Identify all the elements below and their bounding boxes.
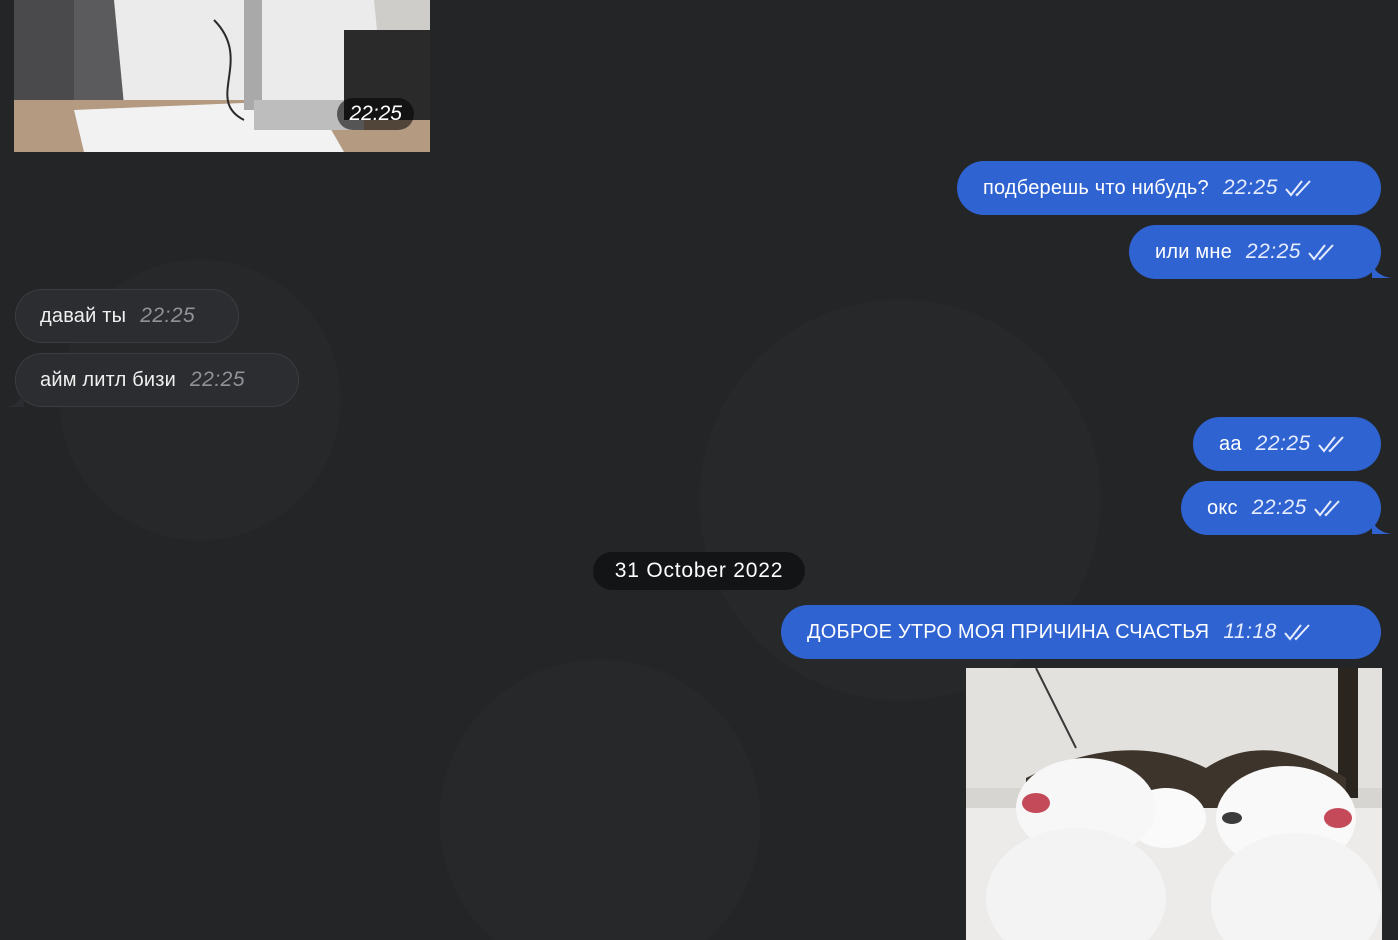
- double-check-icon: [1313, 500, 1340, 517]
- message-text: айм литл бизи: [40, 368, 176, 391]
- double-check-icon: [1285, 180, 1311, 197]
- double-check-icon: [1284, 624, 1310, 641]
- bubble-tail: [4, 391, 24, 407]
- outgoing-message[interactable]: подберешь что нибудь? 22:25: [957, 161, 1381, 215]
- message-text: давай ты: [40, 304, 127, 327]
- bubble-tail: [1372, 518, 1392, 534]
- incoming-message[interactable]: давай ты 22:25: [15, 289, 239, 343]
- message-time: 22:25: [1255, 432, 1311, 455]
- date-divider: 31 October 2022: [593, 552, 805, 590]
- message-time: 22:25: [1222, 176, 1278, 199]
- outgoing-message[interactable]: ДОБРОЕ УТРО МОЯ ПРИЧИНА СЧАСТЬЯ 11:18: [781, 605, 1381, 659]
- message-text: ДОБРОЕ УТРО МОЯ ПРИЧИНА СЧАСТЬЯ: [807, 620, 1210, 643]
- double-check-icon: [1308, 244, 1334, 261]
- outgoing-message[interactable]: окс 22:25: [1181, 481, 1381, 535]
- message-text: окс: [1207, 496, 1238, 519]
- media-message-photo[interactable]: 22:25: [14, 0, 430, 152]
- outgoing-message[interactable]: аа 22:25: [1193, 417, 1381, 471]
- message-text: аа: [1219, 432, 1242, 455]
- message-time: 22:25: [140, 304, 196, 327]
- message-text: подберешь что нибудь?: [983, 176, 1209, 199]
- photo-content: [966, 668, 1382, 940]
- message-time: 11:18: [1223, 620, 1277, 643]
- message-time: 22:25: [189, 368, 246, 391]
- incoming-message[interactable]: айм литл бизи 22:25: [15, 353, 299, 407]
- bubble-tail: [1372, 262, 1392, 278]
- message-text: или мне: [1155, 240, 1232, 263]
- double-check-icon: [1317, 436, 1344, 453]
- message-time: 22:25: [1251, 496, 1307, 519]
- media-timestamp: 22:25: [337, 98, 414, 130]
- message-time: 22:25: [1245, 240, 1301, 263]
- outgoing-message[interactable]: или мне 22:25: [1129, 225, 1381, 279]
- media-message-photo[interactable]: [966, 668, 1382, 940]
